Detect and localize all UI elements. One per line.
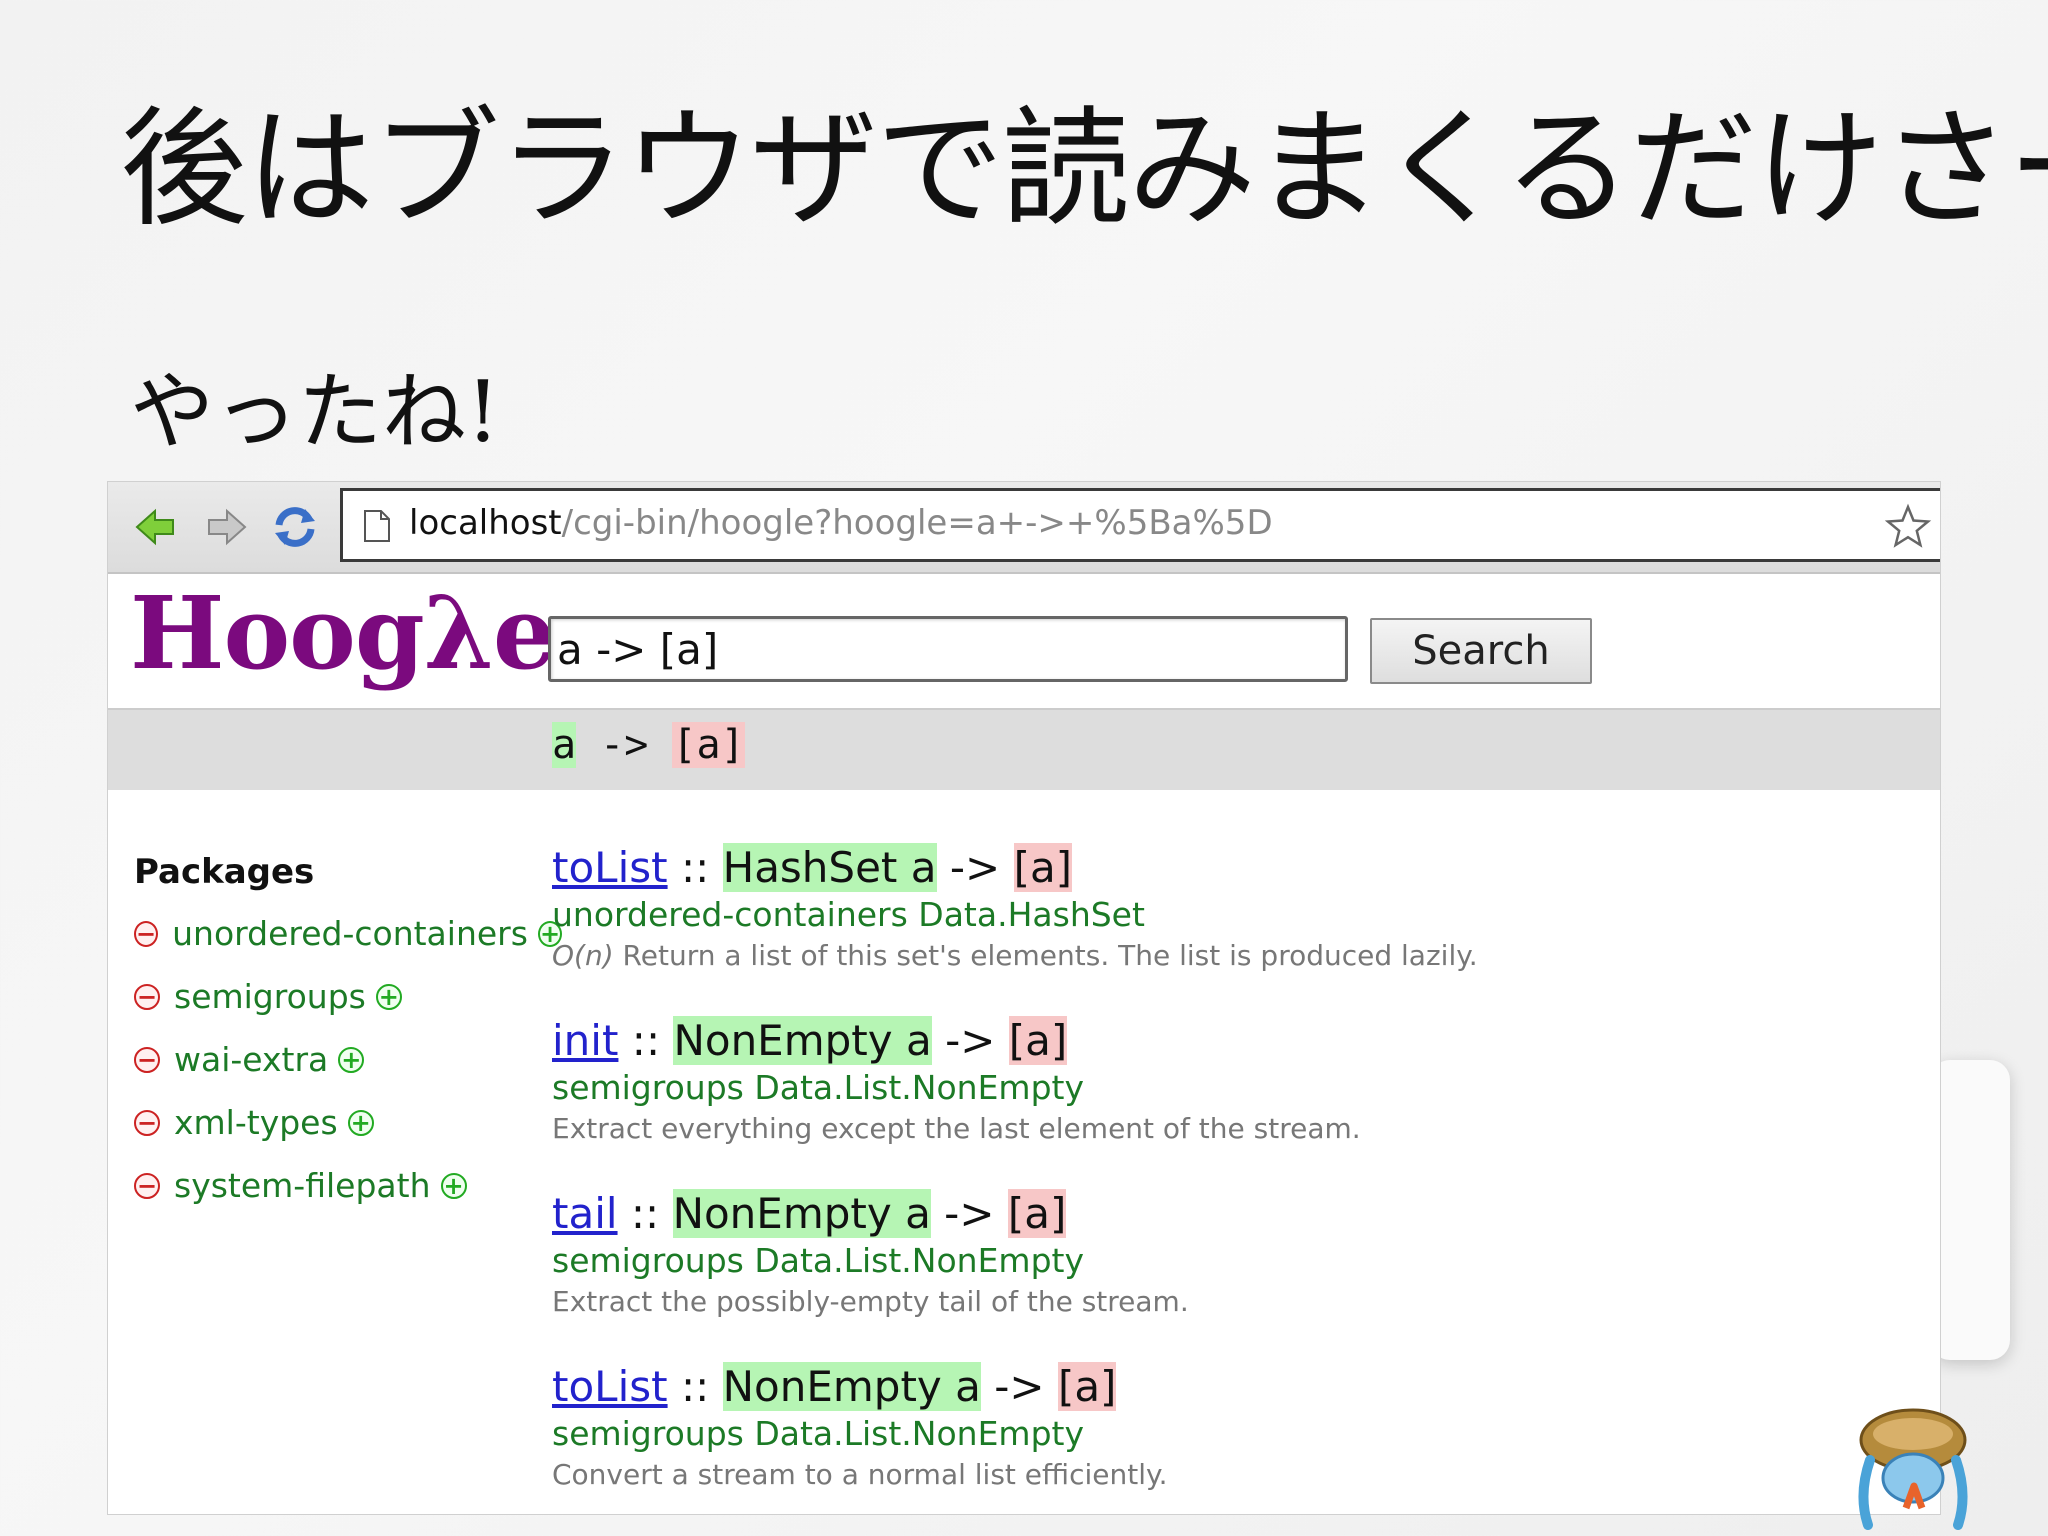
result-name-link[interactable]: toList — [552, 843, 668, 892]
forward-button[interactable] — [200, 500, 254, 554]
result-doc: Convert a stream to a normal list effici… — [552, 1458, 1168, 1491]
query-arrow: -> — [576, 722, 673, 768]
package-label: xml-types — [174, 1103, 338, 1142]
result-signature: init :: NonEmpty a -> [a] — [552, 1015, 1902, 1067]
result-name-link[interactable]: toList — [552, 1362, 668, 1411]
packages-title: Packages — [134, 852, 315, 892]
package-item: − system-filepath + — [134, 1154, 534, 1217]
result-name-link[interactable]: tail — [552, 1189, 618, 1238]
result-doc: Extract everything except the last eleme… — [552, 1112, 1361, 1145]
result-doc: O(n) Return a list of this set's element… — [552, 936, 1902, 976]
packages-sidebar: Packages − unordered-containers + − semi… — [134, 852, 563, 1217]
result-package[interactable]: semigroups Data.List.NonEmpty — [552, 1240, 1902, 1282]
package-label: semigroups — [174, 977, 366, 1016]
package-item: − xml-types + — [134, 1091, 534, 1154]
result-package[interactable]: semigroups Data.List.NonEmpty — [552, 1413, 1902, 1455]
result-ret: [a] — [1013, 843, 1073, 892]
forward-arrow-icon — [208, 508, 247, 546]
page-icon — [364, 510, 390, 542]
result-arrow: -> — [930, 1189, 1008, 1238]
bookmark-star-icon[interactable] — [1884, 503, 1932, 551]
hoogle-logo[interactable]: Hoogλe — [130, 574, 557, 692]
result-item: toList :: HashSet a -> [a] unordered-con… — [552, 842, 1902, 1015]
url-path: /cgi-bin/hoogle?hoogle=a+->+%5Ba%5D — [561, 503, 1273, 543]
result-arg: NonEmpty a — [673, 1016, 932, 1065]
url-text[interactable]: localhost/cgi-bin/hoogle?hoogle=a+->+%5B… — [409, 503, 1273, 543]
package-label: unordered-containers — [172, 914, 528, 953]
package-item: − wai-extra + — [134, 1028, 534, 1091]
result-signature: toList :: HashSet a -> [a] — [552, 842, 1902, 894]
decorative-card — [1930, 1060, 2010, 1360]
result-arrow: -> — [980, 1362, 1058, 1411]
back-button[interactable] — [128, 500, 182, 554]
result-arrow: -> — [936, 843, 1014, 892]
query-var: a — [552, 722, 577, 768]
result-doc: Extract the possibly-empty tail of the s… — [552, 1285, 1189, 1318]
results-list: toList :: HashSet a -> [a] unordered-con… — [552, 842, 1902, 1514]
result-name-link[interactable]: init — [552, 1016, 618, 1065]
result-ret: [a] — [1057, 1362, 1117, 1411]
result-arrow: -> — [931, 1016, 1009, 1065]
query-signature: a -> [a] — [552, 722, 745, 768]
minus-icon[interactable]: − — [134, 1046, 160, 1073]
minus-icon[interactable]: − — [134, 1109, 160, 1136]
result-package[interactable]: unordered-containers Data.HashSet — [552, 894, 1902, 936]
result-signature: toList :: NonEmpty a -> [a] — [552, 1361, 1902, 1413]
plus-icon[interactable]: + — [375, 983, 402, 1010]
result-item: init :: NonEmpty a -> [a] semigroups Dat… — [552, 1015, 1902, 1188]
result-sep: :: — [667, 1362, 723, 1411]
result-signature: tail :: NonEmpty a -> [a] — [552, 1188, 1902, 1240]
search-input[interactable] — [548, 616, 1348, 682]
mascot-icon — [1858, 1408, 1968, 1530]
back-arrow-icon — [135, 508, 174, 546]
result-doc-text: Return a list of this set's elements. Th… — [613, 939, 1478, 972]
minus-icon[interactable]: − — [134, 920, 159, 947]
result-ret: [a] — [1008, 1016, 1068, 1065]
browser-toolbar: localhost/cgi-bin/hoogle?hoogle=a+->+%5B… — [108, 482, 1940, 574]
result-sep: :: — [667, 843, 723, 892]
plus-icon[interactable]: + — [347, 1109, 374, 1136]
result-sep: :: — [618, 1016, 674, 1065]
result-doc-prefix: O(n) — [552, 939, 614, 972]
result-package[interactable]: semigroups Data.List.NonEmpty — [552, 1067, 1902, 1109]
search-button[interactable]: Search — [1370, 618, 1592, 684]
result-sep: :: — [617, 1189, 673, 1238]
reload-icon — [275, 507, 315, 547]
reload-button[interactable] — [268, 500, 322, 554]
result-arg: HashSet a — [722, 843, 937, 892]
hoogle-header: Hoogλe Search — [108, 574, 1940, 710]
result-arg: NonEmpty a — [722, 1362, 981, 1411]
result-item: toList :: NonEmpty a -> [a] semigroups D… — [552, 1361, 1902, 1514]
browser-window: localhost/cgi-bin/hoogle?hoogle=a+->+%5B… — [108, 482, 1940, 1514]
address-bar[interactable]: localhost/cgi-bin/hoogle?hoogle=a+->+%5B… — [340, 488, 1940, 562]
result-ret: [a] — [1007, 1189, 1067, 1238]
package-item: − semigroups + — [134, 965, 534, 1028]
query-signature-bar: a -> [a] — [108, 710, 1940, 790]
package-label: system-filepath — [174, 1166, 431, 1205]
plus-icon[interactable]: + — [440, 1172, 467, 1199]
url-host: localhost — [409, 503, 562, 543]
minus-icon[interactable]: − — [134, 983, 160, 1010]
slide-title: 後はブラウザで読みまくるだけさー — [120, 95, 2048, 244]
package-item: − unordered-containers + — [134, 902, 563, 965]
slide-subtitle: やったね! — [130, 363, 500, 461]
query-list: [a] — [672, 722, 745, 768]
package-label: wai-extra — [174, 1040, 329, 1079]
minus-icon[interactable]: − — [134, 1172, 160, 1199]
result-arg: NonEmpty a — [672, 1189, 931, 1238]
plus-icon[interactable]: + — [338, 1046, 365, 1073]
result-item: tail :: NonEmpty a -> [a] semigroups Dat… — [552, 1188, 1902, 1361]
